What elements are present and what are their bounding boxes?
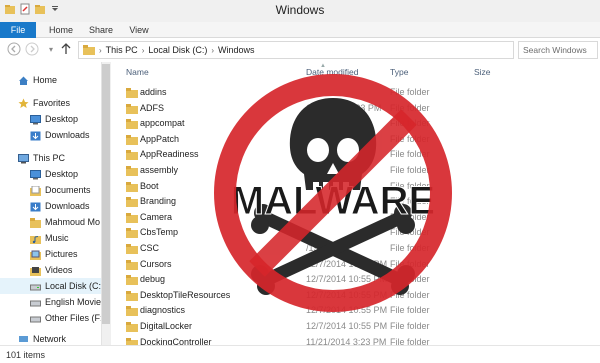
- file-name: Camera: [140, 211, 173, 222]
- downloads-icon: [30, 202, 41, 212]
- column-header-name[interactable]: Name: [126, 67, 149, 77]
- folder-icon: [126, 275, 138, 286]
- music-icon: [30, 235, 41, 244]
- breadcrumb-separator-icon: ›: [141, 45, 145, 55]
- network-icon: [19, 335, 28, 342]
- sidebar-item-label: Home: [33, 75, 58, 85]
- folder-icon: [126, 306, 138, 317]
- folder-icon: [126, 259, 138, 270]
- folder-icon: [83, 45, 95, 55]
- folder-icon: [126, 119, 138, 130]
- file-name: debug: [140, 274, 166, 285]
- sidebar-item-label: Documents: [45, 185, 91, 195]
- computer-icon: [18, 153, 29, 164]
- window-title: Windows: [275, 3, 325, 17]
- sidebar-item-label: Other Files (F:): [45, 313, 106, 323]
- file-name: appcompat: [140, 118, 185, 129]
- tab-share[interactable]: Share: [84, 22, 118, 38]
- documents-icon: [30, 185, 41, 196]
- forward-arrow-icon: [25, 42, 39, 56]
- address-bar: ▾ › This PC › Local Disk (C:) › Windows …: [0, 38, 600, 62]
- file-name: Branding: [140, 196, 177, 207]
- up-arrow-icon: [61, 43, 71, 54]
- sidebar-item-label: Network: [33, 334, 67, 344]
- sidebar-item-label: English Movie: [45, 297, 102, 307]
- folder-icon: [30, 217, 41, 228]
- sidebar-item-label: Desktop: [45, 114, 79, 124]
- back-button[interactable]: [6, 42, 22, 58]
- folder-icon: [126, 166, 138, 176]
- recent-locations-button[interactable]: ▾: [43, 42, 59, 58]
- sidebar-item-label: Local Disk (C:): [45, 281, 101, 291]
- sidebar-item-label: Pictures: [45, 249, 78, 259]
- ribbon-tabs: File Home Share View: [0, 22, 600, 38]
- home-icon: [19, 76, 28, 86]
- sidebar-item-local-disk[interactable]: Local Disk (C:): [0, 278, 101, 294]
- folder-icon: [126, 88, 138, 98]
- folder-icon: [126, 244, 138, 254]
- forward-button[interactable]: [24, 42, 40, 58]
- search-input[interactable]: Search Windows: [518, 41, 598, 59]
- file-name: CSC: [140, 243, 160, 253]
- file-name: ADFS: [140, 102, 165, 113]
- breadcrumb-local-disk[interactable]: Local Disk (C:): [148, 45, 207, 55]
- tab-home[interactable]: Home: [44, 22, 78, 38]
- sidebar-item-label: Desktop: [45, 169, 79, 179]
- back-arrow-icon: [7, 42, 21, 56]
- drive-icon: [30, 316, 41, 323]
- folder-icon: [126, 197, 138, 208]
- breadcrumb-windows[interactable]: Windows: [218, 45, 255, 55]
- file-name: CbsTemp: [140, 227, 179, 238]
- column-header-size[interactable]: Size: [474, 67, 491, 77]
- sidebar-item-label: This PC: [33, 153, 66, 163]
- file-name: DigitalLocker: [140, 321, 193, 331]
- file-name: diagnostics: [140, 305, 186, 316]
- sidebar-item-label: Favorites: [33, 98, 71, 108]
- breadcrumb[interactable]: › This PC › Local Disk (C:) › Windows: [78, 41, 514, 59]
- sidebar-item-label: Mahmoud Mo: [45, 217, 101, 227]
- item-count: 101 items: [6, 350, 46, 360]
- breadcrumb-this-pc[interactable]: This PC: [106, 45, 138, 55]
- desktop-icon: [30, 114, 41, 125]
- navigation-pane: Home Favorites Desktop Downloads This PC…: [0, 62, 112, 345]
- folder-icon: [126, 181, 138, 192]
- folder-icon: [126, 322, 138, 332]
- file-name: AppPatch: [140, 133, 180, 144]
- folder-icon: [126, 150, 138, 161]
- table-row[interactable]: DigitalLocker 12/7/2014 10:55 PM File fold…: [112, 320, 600, 335]
- tab-view[interactable]: View: [124, 22, 154, 38]
- sidebar-scrollbar-thumb[interactable]: [102, 64, 110, 324]
- status-bar: 101 items: [0, 345, 600, 363]
- videos-icon: [30, 266, 41, 276]
- folder-icon: [126, 228, 138, 239]
- breadcrumb-separator-icon: ›: [211, 45, 215, 55]
- up-button[interactable]: [58, 42, 74, 58]
- desktop-icon: [30, 169, 41, 180]
- file-type: File folder: [390, 321, 430, 331]
- file-name: AppReadiness: [140, 149, 199, 160]
- file-name: addins: [140, 87, 167, 97]
- downloads-icon: [30, 131, 41, 141]
- sidebar-item-label: Music: [45, 233, 69, 243]
- sidebar-item-label: Videos: [45, 265, 73, 275]
- file-date: 12/7/2014 10:55 PM: [306, 321, 388, 331]
- sidebar-item-label: Downloads: [45, 201, 90, 211]
- malware-stop-sign-graphic: MALWARE: [214, 74, 452, 312]
- breadcrumb-separator-icon: ›: [99, 45, 102, 55]
- folder-icon: [126, 290, 138, 301]
- title-bar: Windows: [0, 0, 600, 22]
- pictures-icon: [30, 250, 41, 260]
- file-name: assembly: [140, 165, 179, 175]
- folder-icon: [126, 212, 138, 223]
- drive-icon: [30, 284, 41, 291]
- folder-icon: [126, 103, 138, 114]
- file-name: Boot: [140, 180, 159, 191]
- folder-icon: [126, 134, 138, 145]
- star-icon: [18, 98, 29, 109]
- sidebar-item-label: Downloads: [45, 130, 90, 140]
- tab-file[interactable]: File: [0, 22, 36, 38]
- file-name: Cursors: [140, 258, 172, 269]
- chevron-down-icon: ▾: [48, 45, 53, 54]
- drive-icon: [30, 300, 41, 307]
